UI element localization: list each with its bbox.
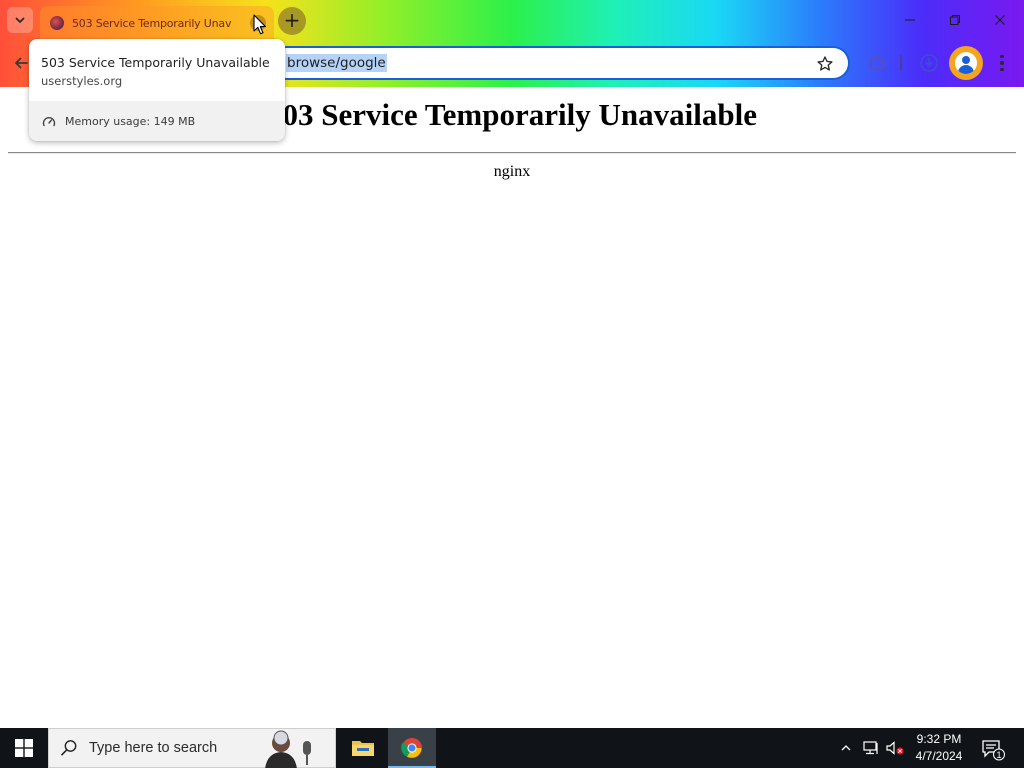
toolbar-separator (894, 52, 908, 74)
memory-usage: Memory usage: 149 MB (65, 115, 196, 128)
tab-strip: 503 Service Temporarily Unava + (0, 0, 1024, 40)
gauge-icon (42, 117, 56, 127)
profile-avatar-button[interactable] (949, 46, 983, 80)
volume-tray-button[interactable] (885, 738, 905, 758)
new-tab-button[interactable]: + (278, 7, 306, 35)
taskbar-file-explorer[interactable] (339, 728, 387, 768)
tab-active[interactable]: 503 Service Temporarily Unava (40, 6, 274, 40)
search-highlight-illustration-icon (265, 730, 311, 768)
chrome-icon (401, 738, 422, 758)
web-page-content: 503 Service Temporarily Unavailable ngin… (0, 87, 1024, 728)
notification-count: 1 (996, 750, 1001, 760)
taskbar-chrome[interactable] (388, 728, 436, 768)
close-icon (995, 15, 1005, 25)
action-center-button[interactable]: 1 (980, 736, 1006, 762)
hover-card-footer: Memory usage: 149 MB (29, 101, 285, 141)
start-button[interactable] (0, 728, 48, 768)
person-icon (955, 52, 977, 74)
url-text[interactable]: browse/google (286, 54, 387, 72)
network-icon (863, 741, 878, 755)
close-window-button[interactable] (985, 8, 1015, 32)
search-placeholder: Type here to search (89, 740, 218, 756)
address-bar[interactable]: browse/google (270, 46, 850, 80)
restore-icon (950, 15, 960, 25)
network-tray-button[interactable] (861, 738, 881, 758)
taskbar-clock[interactable]: 9:32 PM 4/7/2024 (906, 731, 972, 765)
extensions-button[interactable] (866, 52, 888, 74)
minimize-button[interactable] (895, 8, 925, 32)
hover-card-domain: userstyles.org (41, 74, 123, 88)
clock-date: 4/7/2024 (915, 749, 963, 763)
folder-icon (352, 741, 374, 756)
server-name: nginx (493, 163, 531, 180)
chevron-down-icon (15, 17, 25, 24)
minimize-icon (905, 19, 915, 21)
mouse-cursor-icon (253, 14, 267, 35)
taskbar: Type here to search 9:32 PM 4/7/2024 1 (0, 728, 1024, 768)
browser-menu-button[interactable] (995, 51, 1009, 75)
tab-search-button[interactable] (7, 7, 33, 33)
arrow-left-icon (15, 57, 28, 69)
notification-icon: 1 (982, 740, 1005, 761)
downloads-button[interactable] (918, 52, 940, 74)
taskbar-search-box[interactable]: Type here to search (48, 728, 336, 768)
puzzle-icon (870, 55, 886, 70)
tab-title: 503 Service Temporarily Unava (72, 16, 232, 30)
windows-logo-icon (15, 739, 33, 757)
tab-hover-card: 503 Service Temporarily Unavailable user… (29, 39, 285, 141)
horizontal-rule (8, 152, 1016, 154)
hover-card-title: 503 Service Temporarily Unavailable (41, 55, 270, 70)
search-icon (49, 728, 89, 768)
volume-muted-icon (886, 741, 904, 755)
download-icon (920, 54, 938, 72)
chevron-up-icon (841, 745, 851, 751)
show-hidden-icons-button[interactable] (836, 738, 856, 758)
bookmark-star-icon[interactable] (816, 55, 834, 73)
restore-button[interactable] (940, 8, 970, 32)
clock-time: 9:32 PM (916, 732, 962, 746)
site-favicon-icon (50, 16, 64, 30)
